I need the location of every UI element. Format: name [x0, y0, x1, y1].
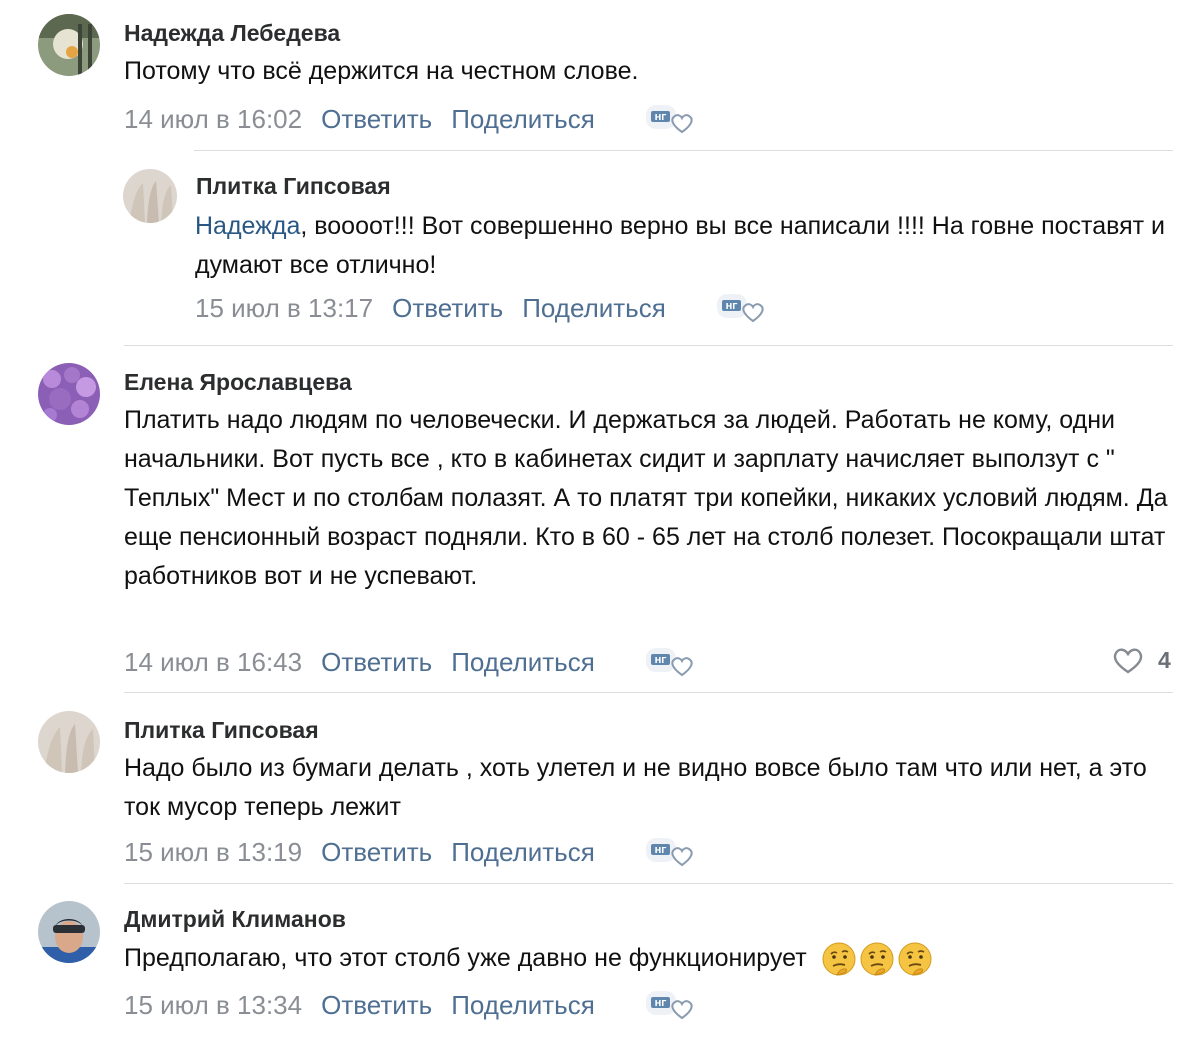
comment-text: Предполагаю, что этот столб уже давно не… — [124, 939, 1174, 978]
share-button[interactable]: Поделиться — [451, 104, 595, 135]
avatar[interactable] — [38, 14, 100, 76]
share-button[interactable]: Поделиться — [522, 293, 666, 324]
thinking-face-icon — [859, 942, 894, 977]
avatar[interactable] — [38, 711, 100, 773]
comment-date[interactable]: 15 июл в 13:34 — [124, 990, 302, 1021]
comment-author[interactable]: Плитка Гипсовая — [124, 717, 319, 744]
divider — [194, 150, 1173, 151]
comment-text: Надо было из бумаги делать , хоть улетел… — [124, 754, 1147, 821]
comment-text: Потому что всё держится на честном слове… — [124, 57, 639, 85]
comment-meta: 15 июл в 13:19 Ответить Поделиться — [124, 834, 694, 870]
reply-button[interactable]: Ответить — [321, 647, 432, 678]
comment-date[interactable]: 15 июл в 13:17 — [195, 293, 373, 324]
heart-icon — [1113, 648, 1143, 674]
reaction-icon[interactable] — [713, 290, 765, 326]
share-button[interactable]: Поделиться — [451, 837, 595, 868]
share-button[interactable]: Поделиться — [451, 990, 595, 1021]
comment-date[interactable]: 14 июл в 16:43 — [124, 647, 302, 678]
divider — [124, 692, 1173, 693]
reply-button[interactable]: Ответить — [321, 104, 432, 135]
comment-meta: 14 июл в 16:02 Ответить Поделиться — [124, 101, 694, 137]
comment-author[interactable]: Елена Ярославцева — [124, 369, 352, 396]
comment-author[interactable]: Дмитрий Климанов — [124, 906, 346, 933]
thinking-face-icon — [897, 942, 932, 977]
reaction-icon[interactable] — [642, 834, 694, 870]
comment-text-body: , воооот!!! Вот совершенно верно вы все … — [195, 212, 1166, 279]
reply-button[interactable]: Ответить — [321, 837, 432, 868]
avatar[interactable] — [38, 363, 100, 425]
reply-button[interactable]: Ответить — [321, 990, 432, 1021]
share-button[interactable]: Поделиться — [451, 647, 595, 678]
comment-text: Надежда, воооот!!! Вот совершенно верно … — [195, 207, 1180, 285]
divider — [124, 345, 1173, 346]
comment-author[interactable]: Плитка Гипсовая — [196, 173, 391, 200]
comment-meta: 15 июл в 13:34 Ответить Поделиться — [124, 987, 694, 1023]
reply-button[interactable]: Ответить — [392, 293, 503, 324]
thinking-face-icon — [821, 942, 856, 977]
comment-meta: 15 июл в 13:17 Ответить Поделиться — [195, 290, 765, 326]
reaction-icon[interactable] — [642, 101, 694, 137]
comment-text-body: Предполагаю, что этот столб уже давно не… — [124, 944, 807, 972]
divider — [124, 883, 1173, 884]
comment-meta: 14 июл в 16:43 Ответить Поделиться — [124, 644, 694, 680]
avatar[interactable] — [38, 901, 100, 963]
comment-date[interactable]: 15 июл в 13:19 — [124, 837, 302, 868]
reaction-icon[interactable] — [642, 644, 694, 680]
reaction-icon[interactable] — [642, 987, 694, 1023]
comment-text: Платить надо людям по человечески. И дер… — [124, 406, 1168, 590]
comment-author[interactable]: Надежда Лебедева — [124, 20, 340, 47]
comment-date[interactable]: 14 июл в 16:02 — [124, 104, 302, 135]
avatar[interactable] — [123, 169, 177, 223]
like-button[interactable]: 4 — [1112, 646, 1171, 674]
like-count: 4 — [1158, 646, 1171, 673]
mention-link[interactable]: Надежда — [195, 212, 300, 240]
